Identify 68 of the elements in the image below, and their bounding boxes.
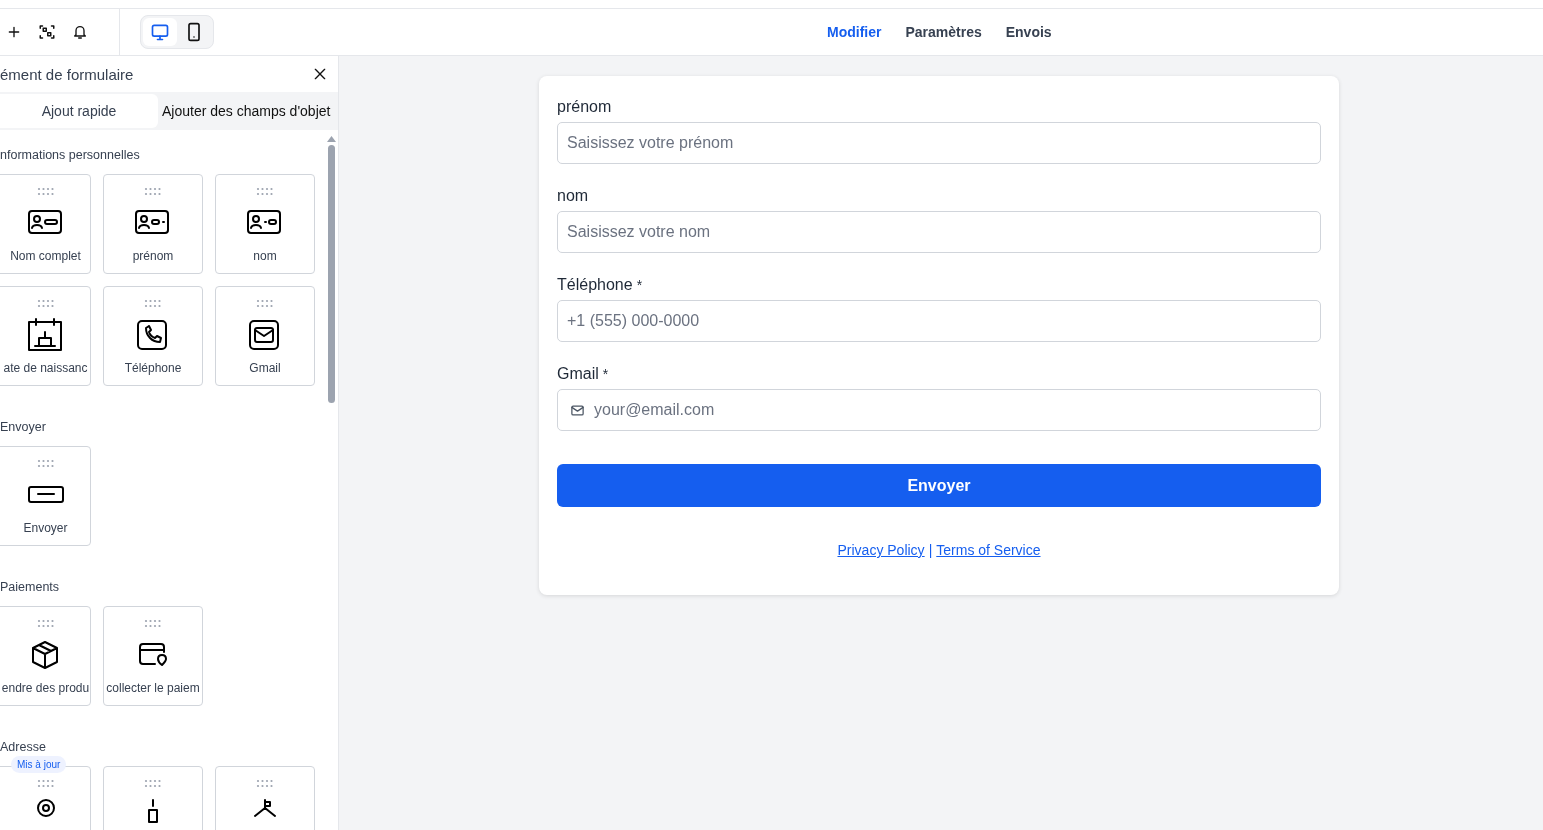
field-label: prénom (557, 98, 612, 115)
field-tile[interactable]: Téléphone (103, 286, 203, 386)
field-tile[interactable]: Envoyer (0, 446, 91, 546)
field-tile[interactable]: nom (215, 174, 315, 274)
nav-tab[interactable]: Modifier (827, 24, 882, 40)
drag-handle-icon[interactable] (36, 299, 55, 308)
tile-label: Nom complet (10, 249, 81, 263)
input-field[interactable]: +1 (555) 000-0000 (557, 300, 1321, 342)
field-tile[interactable]: prénom (103, 174, 203, 274)
drag-handle-icon[interactable] (256, 187, 274, 196)
scrollbar-thumb[interactable] (327, 145, 335, 403)
field-label: Téléphone (557, 276, 633, 293)
link-separator: | (928, 542, 933, 558)
drag-handle-icon[interactable] (144, 187, 162, 196)
drag-handle-icon[interactable] (36, 187, 55, 196)
terms-link[interactable]: Terms of Service (936, 542, 1041, 558)
drag-handle-icon[interactable] (144, 779, 162, 788)
bell-icon[interactable] (72, 24, 88, 40)
add-icon[interactable] (6, 24, 22, 40)
email-field[interactable]: your@email.com (557, 389, 1321, 431)
field-tile[interactable]: collecter le paiem (103, 606, 203, 706)
section-title: nformations personnelles (0, 148, 141, 164)
panel-tab[interactable]: Ajouter des champs d'objet (158, 94, 335, 128)
input-field[interactable]: Saisissez votre nom (557, 211, 1321, 253)
drag-handle-icon[interactable] (144, 299, 162, 308)
tile-label: Gmail (249, 361, 281, 375)
close-icon[interactable] (312, 66, 328, 82)
field-tile[interactable]: endre des produ (0, 606, 91, 706)
field-label: Gmail (557, 365, 599, 382)
panel-tab[interactable]: Ajout rapide (0, 94, 158, 128)
section-title: Adresse (0, 740, 47, 756)
drag-handle-icon[interactable] (144, 619, 162, 628)
monitor-icon (150, 22, 170, 42)
field-tile[interactable]: Nom complet (0, 174, 91, 274)
tile-label: endre des produ (1, 681, 90, 695)
tile-label: Envoyer (23, 521, 68, 535)
birthday-cake-icon (26, 318, 65, 352)
desktop-view-button[interactable] (143, 18, 177, 46)
privacy-link[interactable]: Privacy Policy (837, 542, 925, 558)
tile-label: collecter le paiem (106, 681, 200, 695)
section-title: Paiements (0, 580, 61, 596)
panel-title: ément de formulaire (0, 65, 134, 83)
required-mark: * (636, 277, 643, 293)
field-tile[interactable]: ate de naissanc (0, 286, 91, 386)
location-pin-icon (35, 798, 56, 818)
mail-icon (570, 403, 585, 418)
signpost-icon (253, 798, 277, 818)
required-mark: * (602, 366, 609, 382)
post-icon (147, 798, 159, 824)
drag-handle-icon[interactable] (36, 779, 55, 788)
section-title: Envoyer (0, 420, 47, 436)
tile-label: nom (253, 249, 277, 263)
input-field[interactable]: Saisissez votre prénom (557, 122, 1321, 164)
update-badge: Mis à jour (11, 756, 67, 773)
drag-handle-icon[interactable] (256, 299, 274, 308)
drag-handle-icon[interactable] (256, 779, 274, 788)
nav-tab[interactable]: Paramètres (905, 24, 982, 40)
tile-label: prénom (132, 249, 174, 263)
drag-handle-icon[interactable] (36, 619, 55, 628)
field-label: nom (557, 187, 589, 204)
drag-handle-icon[interactable] (36, 459, 55, 468)
tile-label: ate de naissanc (3, 361, 88, 375)
scroll-up-icon[interactable] (326, 136, 336, 142)
field-tile[interactable]: Gmail (215, 286, 315, 386)
nav-tab[interactable]: Envois (1005, 24, 1052, 40)
submit-button[interactable]: Envoyer (557, 464, 1321, 507)
scan-icon[interactable] (38, 23, 56, 41)
tile-label: Téléphone (124, 361, 182, 375)
